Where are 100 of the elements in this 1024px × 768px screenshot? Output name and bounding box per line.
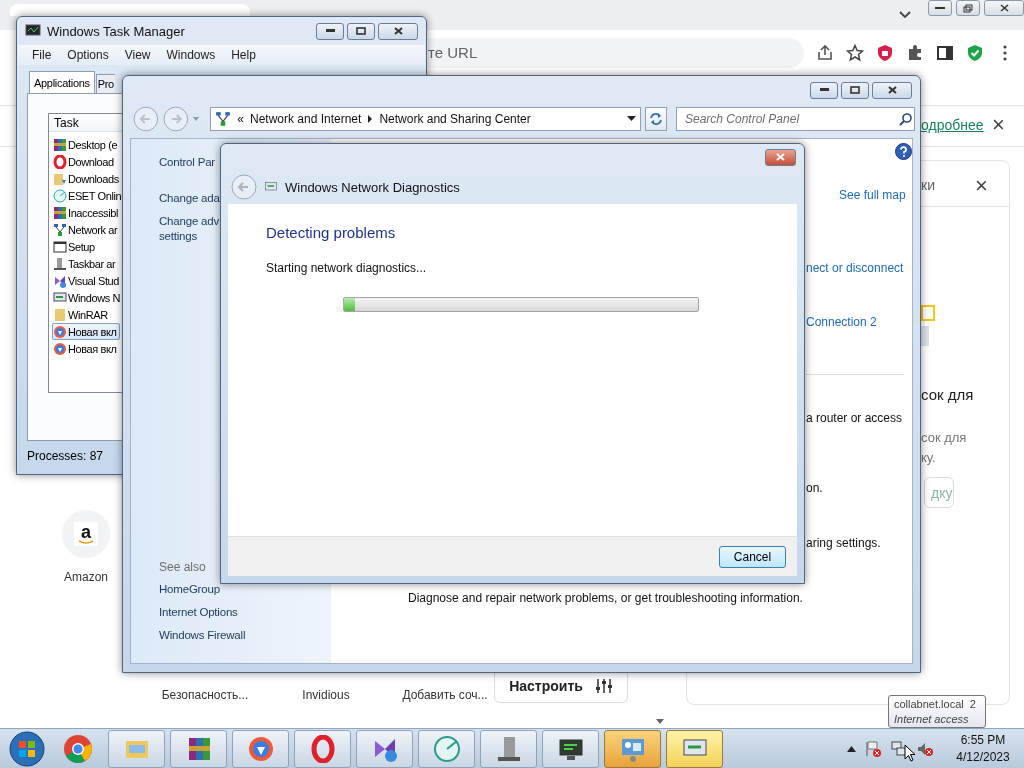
- task-row[interactable]: Download: [52, 153, 120, 170]
- close-button[interactable]: [872, 81, 912, 99]
- details-link[interactable]: одробнее: [921, 117, 984, 133]
- panel-title: ки: [921, 177, 935, 193]
- shortcut-tile[interactable]: a: [62, 510, 110, 558]
- folder-icon: [53, 171, 67, 186]
- chevron-right-icon: [367, 115, 374, 123]
- tab[interactable]: Applications: [29, 71, 95, 93]
- flag-icon: [864, 739, 882, 758]
- breadcrumb-prefix[interactable]: «: [237, 112, 244, 126]
- task-row[interactable]: Visual Stud: [52, 272, 120, 289]
- window-title: Windows Task Manager: [47, 23, 185, 39]
- description-text: a router or access: [806, 411, 903, 425]
- minimize-button[interactable]: [316, 22, 344, 40]
- minimize-button[interactable]: [810, 81, 838, 99]
- maximize-icon: [850, 86, 860, 94]
- description-text: aring settings.: [806, 536, 881, 550]
- task-row[interactable]: Taskbar ar: [52, 255, 120, 272]
- window-icon: [53, 239, 67, 254]
- smile-icon: [78, 539, 94, 545]
- taskbar-button[interactable]: [356, 729, 413, 768]
- breadcrumb-item[interactable]: Network and Internet: [249, 112, 362, 126]
- tower-icon: [53, 256, 67, 271]
- nav-link[interactable]: Internet Options: [159, 605, 331, 620]
- task-row[interactable]: ESET Onlin: [52, 187, 120, 204]
- books-icon: [53, 205, 67, 220]
- cancel-button[interactable]: Cancel: [719, 545, 786, 568]
- star-icon[interactable]: [846, 43, 864, 62]
- description-text: Diagnose and repair network problems, or get troubleshooting information.: [408, 591, 803, 605]
- address-bar[interactable]: те URL: [428, 37, 804, 68]
- shortcut-label[interactable]: Безопасность...: [161, 688, 249, 702]
- tab[interactable]: Pro: [95, 74, 115, 93]
- shield-icon: [53, 341, 67, 356]
- restore-button[interactable]: [956, 0, 980, 16]
- menu-item[interactable]: File: [32, 48, 52, 62]
- menu-item[interactable]: Help: [231, 48, 256, 62]
- task-row[interactable]: Новая вкл: [52, 323, 120, 340]
- minimize-icon: [935, 6, 945, 10]
- shield-check-icon[interactable]: [966, 43, 984, 62]
- minimize-icon: [325, 29, 335, 33]
- nav-link[interactable]: Windows Firewall: [159, 628, 331, 643]
- task-row[interactable]: Новая вкл: [52, 340, 120, 357]
- refresh-button[interactable]: [645, 107, 667, 131]
- tooltip: collabnet.local 2 Internet access: [888, 695, 986, 728]
- sidebar-icon[interactable]: [936, 43, 954, 62]
- task-row[interactable]: WinRAR: [52, 306, 120, 323]
- shortcut-label[interactable]: Invidious: [302, 688, 350, 702]
- dropdown-icon: [627, 116, 637, 122]
- shield-icon[interactable]: [876, 43, 894, 62]
- dialog-title: Windows Network Diagnostics: [285, 179, 460, 195]
- task-row[interactable]: Setup: [52, 238, 120, 255]
- shortcut-label[interactable]: Добавить соч...: [402, 688, 488, 702]
- task-row[interactable]: Downloads: [52, 170, 120, 187]
- search-field[interactable]: Search Control Panel: [676, 107, 915, 131]
- task-row[interactable]: Inaccessibl: [52, 204, 120, 221]
- refresh-icon: [649, 112, 664, 126]
- start-button[interactable]: [6, 729, 48, 768]
- menu-item[interactable]: Windows: [166, 48, 216, 62]
- shield-icon: [246, 734, 275, 763]
- breadcrumb-item[interactable]: Network and Sharing Center: [379, 112, 531, 126]
- taskbar-button[interactable]: [170, 729, 227, 768]
- address-field[interactable]: « Network and Internet Network and Sharing Center: [210, 107, 642, 131]
- close-button[interactable]: [765, 148, 796, 166]
- panel-heading: сок для: [921, 386, 974, 403]
- scroll-down-icon: [655, 718, 665, 725]
- close-button[interactable]: [984, 0, 1024, 16]
- menu-item[interactable]: Options: [67, 48, 109, 62]
- link[interactable]: Connection 2: [806, 315, 877, 329]
- section-label: See also: [159, 560, 207, 574]
- panel-text: сок для: [921, 430, 967, 445]
- link[interactable]: nect or disconnect: [806, 261, 904, 275]
- close-icon[interactable]: ×: [992, 112, 1005, 137]
- status-text: Processes: 87: [26, 449, 105, 465]
- monitor-icon: [25, 24, 41, 38]
- radar-icon: [432, 734, 461, 763]
- menu-item[interactable]: View: [124, 48, 151, 62]
- task-row[interactable]: Network ar: [52, 221, 120, 238]
- task-row[interactable]: Desktop (e: [52, 136, 120, 153]
- monitor-icon: [263, 180, 279, 194]
- clock[interactable]: 6:55 PM 4/12/2023: [948, 731, 1018, 766]
- close-button[interactable]: [378, 22, 418, 40]
- maximize-button[interactable]: [841, 81, 869, 99]
- taskbar-button[interactable]: [542, 729, 599, 768]
- maximize-button[interactable]: [347, 22, 375, 40]
- cursor-icon: [904, 744, 916, 762]
- close-icon: [776, 153, 785, 161]
- minimize-button[interactable]: [928, 0, 952, 16]
- nav-link[interactable]: HomeGroup: [159, 582, 331, 597]
- puzzle-icon[interactable]: [906, 43, 924, 62]
- close-icon: [887, 86, 897, 94]
- minimize-icon: [819, 88, 829, 92]
- panel-text: ку.: [921, 450, 936, 465]
- share-icon[interactable]: [816, 43, 834, 62]
- close-icon: [999, 4, 1009, 12]
- close-icon[interactable]: ×: [975, 173, 988, 199]
- link[interactable]: See full map: [839, 188, 906, 202]
- task-row[interactable]: Windows N: [52, 289, 120, 306]
- shortcut-label[interactable]: Amazon: [64, 570, 108, 584]
- ring-icon: [53, 154, 67, 169]
- taskbar-button[interactable]: [480, 729, 537, 768]
